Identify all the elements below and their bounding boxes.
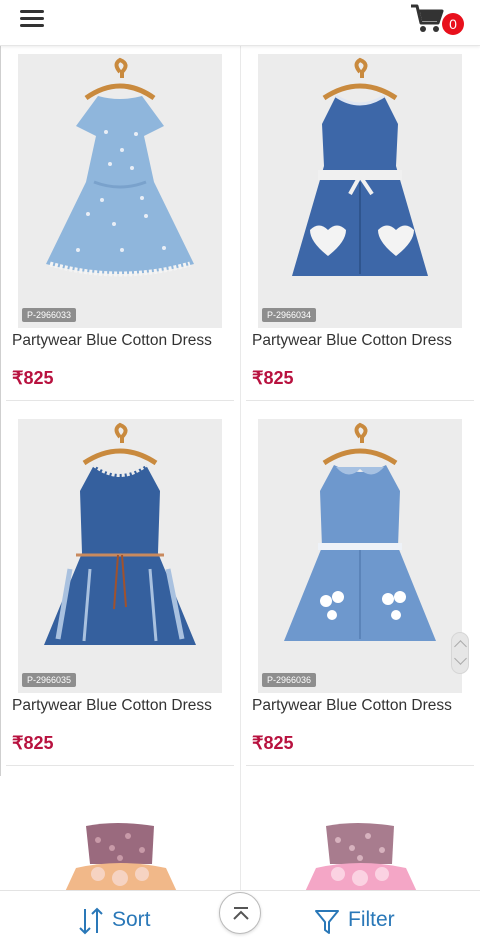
- column-divider: [240, 46, 241, 891]
- chevron-up-icon: [454, 640, 467, 653]
- product-card[interactable]: P-2966033 Partywear Blue Cotton Dress ₹8…: [6, 54, 234, 406]
- chevron-up-icon: [233, 907, 249, 920]
- sort-label: Sort: [112, 908, 151, 931]
- cart-count-badge: 0: [442, 13, 464, 35]
- product-card[interactable]: P-2966036 Partywear Blue Cotton Dress ₹8…: [246, 419, 474, 771]
- card-divider: [246, 765, 474, 766]
- product-price: ₹825: [12, 733, 54, 753]
- sort-button[interactable]: Sort: [78, 903, 168, 939]
- product-card[interactable]: P-2966034 Partywear Blue Cotton Dress ₹8…: [246, 54, 474, 406]
- product-title[interactable]: Partywear Blue Cotton Dress: [252, 332, 480, 350]
- product-image: P-2966036: [258, 419, 462, 693]
- product-image-partial: [304, 823, 418, 894]
- hamburger-icon[interactable]: [20, 10, 44, 30]
- chevron-down-icon: [454, 652, 467, 665]
- product-card-partial[interactable]: [6, 784, 234, 894]
- sort-arrows-icon: [79, 907, 103, 935]
- product-price: ₹825: [252, 733, 294, 753]
- scroll-to-top-button[interactable]: [219, 892, 261, 934]
- top-bar: 0: [0, 0, 480, 46]
- funnel-icon: [315, 910, 339, 934]
- product-title[interactable]: Partywear Blue Cotton Dress: [252, 697, 480, 715]
- filter-button[interactable]: Filter: [314, 903, 414, 939]
- scroll-handle[interactable]: [451, 632, 469, 674]
- product-price: ₹825: [252, 368, 294, 388]
- card-divider: [246, 400, 474, 401]
- product-image: P-2966033: [18, 54, 222, 328]
- card-divider: [6, 765, 234, 766]
- product-title[interactable]: Partywear Blue Cotton Dress: [12, 697, 244, 715]
- cart-icon: [411, 4, 444, 32]
- product-code: P-2966036: [262, 673, 317, 687]
- product-card-partial[interactable]: [246, 784, 474, 894]
- left-edge-rule: [0, 46, 1, 776]
- product-code: P-2966034: [262, 308, 317, 322]
- product-image: P-2966034: [258, 54, 462, 328]
- product-card[interactable]: P-2966035 Partywear Blue Cotton Dress ₹8…: [6, 419, 234, 771]
- product-code: P-2966035: [22, 673, 77, 687]
- cart-button[interactable]: 0: [410, 3, 466, 39]
- product-price: ₹825: [12, 368, 54, 388]
- product-title[interactable]: Partywear Blue Cotton Dress: [12, 332, 244, 350]
- filter-label: Filter: [348, 908, 395, 931]
- product-image: P-2966035: [18, 419, 222, 693]
- product-code: P-2966033: [22, 308, 77, 322]
- card-divider: [6, 400, 234, 401]
- product-image-partial: [64, 823, 178, 894]
